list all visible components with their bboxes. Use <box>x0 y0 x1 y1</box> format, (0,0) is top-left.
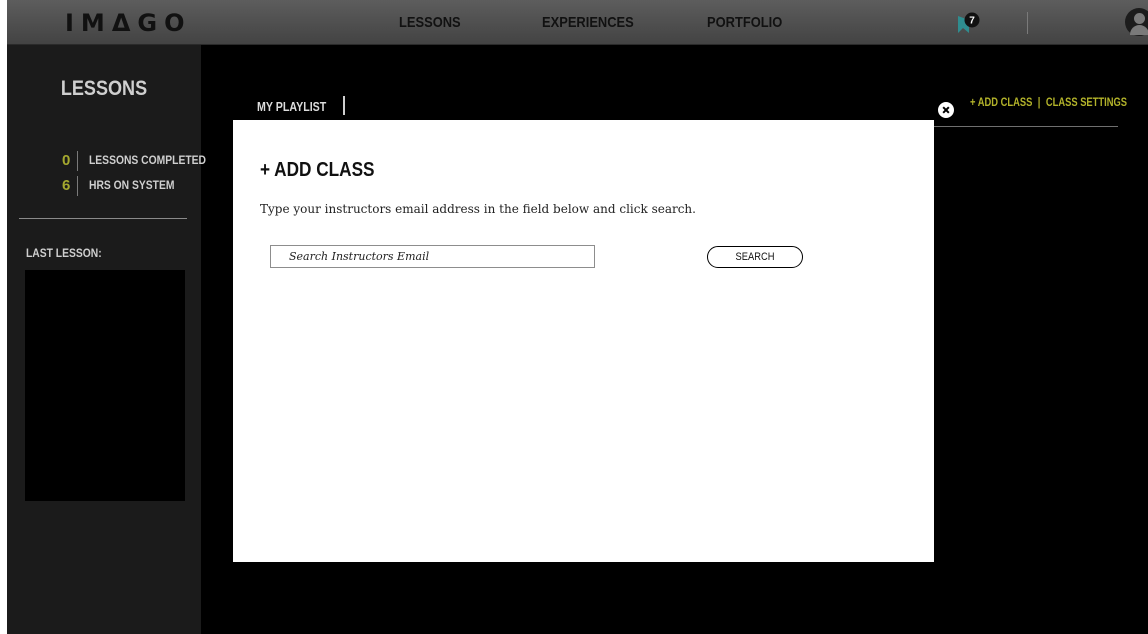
stat-label: HRS ON SYSTEM <box>89 178 175 192</box>
modal-title: + ADD CLASS <box>260 159 375 181</box>
notification-flag-icon[interactable]: 7 <box>957 12 983 34</box>
tab-my-playlist[interactable]: MY PLAYLIST <box>257 99 326 114</box>
last-lesson-thumbnail[interactable] <box>25 270 185 501</box>
search-button[interactable]: SEARCH <box>707 246 803 268</box>
tab-divider <box>343 96 345 115</box>
nav-portfolio[interactable]: PORTFOLIO <box>707 14 782 31</box>
nav-divider <box>1027 12 1028 34</box>
stat-label: LESSONS COMPLETED <box>89 153 206 167</box>
top-nav-bar: IMΔGO LESSONS EXPERIENCES PORTFOLIO 7 <box>7 0 1148 45</box>
stat-value: 0 <box>62 152 71 169</box>
class-links: + ADD CLASS | CLASS SETTINGS <box>970 95 1127 109</box>
nav-lessons[interactable]: LESSONS <box>399 14 461 31</box>
app-window: IMΔGO LESSONS EXPERIENCES PORTFOLIO 7 LE… <box>7 0 1148 634</box>
link-separator: | <box>1037 95 1041 109</box>
instructor-email-input[interactable] <box>270 245 595 268</box>
close-modal-icon[interactable] <box>937 101 955 119</box>
notification-count: 7 <box>969 16 975 27</box>
add-class-modal: + ADD CLASS Type your instructors email … <box>233 120 934 562</box>
stat-value: 6 <box>62 177 71 194</box>
sidebar-divider <box>19 218 187 219</box>
class-links-underline <box>933 126 1118 127</box>
search-button-label: SEARCH <box>735 251 775 263</box>
class-settings-link[interactable]: CLASS SETTINGS <box>1046 95 1127 109</box>
stat-divider <box>77 176 78 196</box>
user-avatar-icon[interactable] <box>1125 8 1148 36</box>
lessons-sidebar: LESSONS 0 LESSONS COMPLETED 6 HRS ON SYS… <box>7 45 206 634</box>
add-class-link[interactable]: + ADD CLASS <box>970 95 1032 109</box>
sidebar-title: LESSONS <box>60 77 148 100</box>
last-lesson-label: LAST LESSON: <box>26 246 102 260</box>
imago-logo[interactable]: IMΔGO <box>65 9 192 37</box>
modal-instructions: Type your instructors email address in t… <box>260 202 696 216</box>
stat-divider <box>77 151 78 171</box>
nav-experiences[interactable]: EXPERIENCES <box>542 14 634 31</box>
